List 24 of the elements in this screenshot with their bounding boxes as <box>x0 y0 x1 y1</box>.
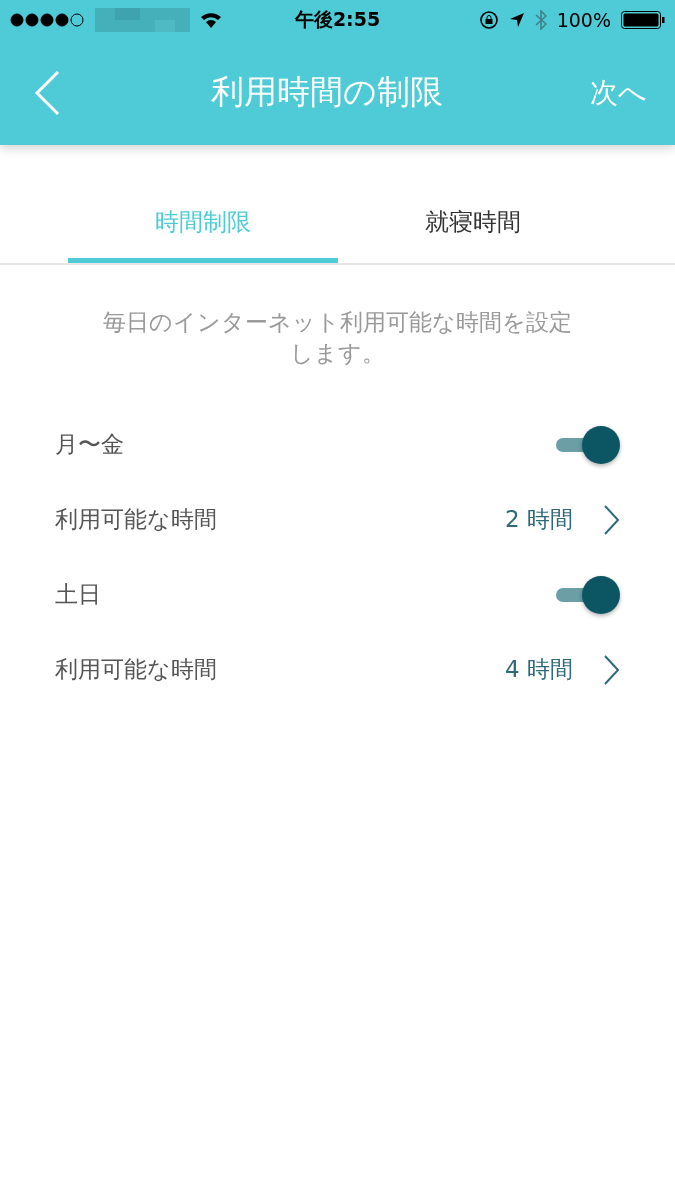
row-label: 土日 <box>55 580 101 609</box>
chevron-right-icon[interactable] <box>603 503 620 536</box>
screen-title: 利用時間の制限 <box>211 71 443 113</box>
row-value: 4 時間 <box>505 655 573 684</box>
battery-percent: 100% <box>556 9 611 31</box>
row-value: 2 時間 <box>505 505 573 534</box>
battery-icon <box>621 11 665 29</box>
tab[interactable]: 就寝時間 <box>338 145 608 263</box>
status-time: 午後2:55 <box>294 7 381 32</box>
wifi-icon <box>200 12 222 28</box>
row-label: 月〜金 <box>55 430 124 459</box>
signal-icon <box>10 13 85 27</box>
row-label: 利用可能な時間 <box>55 505 217 534</box>
toggle-switch[interactable] <box>554 424 620 465</box>
pixelated-block-icon <box>95 8 190 32</box>
location-arrow-icon <box>508 12 525 28</box>
toggle-switch[interactable] <box>554 574 620 615</box>
next-button[interactable]: 次へ <box>590 73 647 112</box>
rotation-lock-icon <box>478 10 499 30</box>
description-text: 毎日のインターネット利用可能な時間を設定します。 <box>102 308 573 368</box>
row-label: 利用可能な時間 <box>55 655 217 684</box>
chevron-right-icon[interactable] <box>603 653 620 686</box>
bluetooth-icon <box>534 10 547 30</box>
tab[interactable]: 時間制限 <box>68 145 338 263</box>
